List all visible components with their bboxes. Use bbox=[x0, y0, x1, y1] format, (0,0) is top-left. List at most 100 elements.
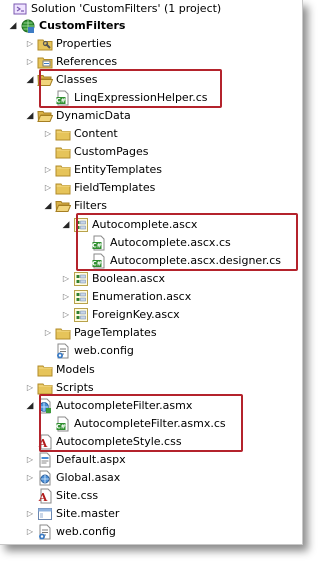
expander-arrow[interactable]: ▷ bbox=[43, 161, 53, 179]
tree-item-custompages-folder[interactable]: CustomPages bbox=[0, 143, 300, 161]
tree-item-linqexpressionhelper[interactable]: C# LinqExpressionHelper.cs bbox=[0, 89, 300, 107]
tree-item-autocompletefilter-asmx[interactable]: ◢ AutocompleteFilter.asmx bbox=[0, 397, 300, 415]
config-file-icon bbox=[37, 524, 53, 540]
tree-item-label: Filters bbox=[74, 199, 107, 212]
tree-item-project[interactable]: ◢ CustomFilters bbox=[0, 17, 300, 35]
ascx-file-icon bbox=[73, 271, 89, 287]
svg-text:C#: C# bbox=[56, 424, 65, 431]
tree-item-references[interactable]: ▷ References bbox=[0, 53, 300, 71]
aspx-file-icon bbox=[37, 452, 53, 468]
expander-arrow[interactable]: ▷ bbox=[61, 270, 71, 288]
folder-icon bbox=[55, 126, 71, 142]
folder-open-icon bbox=[37, 108, 53, 124]
expander-arrow[interactable]: ▷ bbox=[25, 451, 35, 469]
tree-item-dynamicdata-folder[interactable]: ◢ DynamicData bbox=[0, 107, 300, 125]
tree-item-foreignkey-ascx[interactable]: ▷ ForeignKey.ascx bbox=[0, 306, 300, 324]
tree-item-label: Default.aspx bbox=[56, 453, 126, 466]
folder-open-icon bbox=[37, 72, 53, 88]
solution-icon bbox=[12, 1, 28, 17]
expander-arrow[interactable]: ◢ bbox=[8, 17, 18, 35]
expander-arrow[interactable]: ▷ bbox=[25, 523, 35, 541]
tree-item-label: References bbox=[56, 55, 118, 68]
tree-item-entitytemplates-folder[interactable]: ▷ EntityTemplates bbox=[0, 161, 300, 179]
tree-item-autocompletefilter-asmx-cs[interactable]: C# AutocompleteFilter.asmx.cs bbox=[0, 415, 300, 433]
tree-item-site-master[interactable]: ▷ Site.master bbox=[0, 505, 300, 523]
tree-item-label: PageTemplates bbox=[74, 326, 157, 339]
tree-item-boolean-ascx[interactable]: ▷ Boolean.ascx bbox=[0, 270, 300, 288]
css-file-icon: A bbox=[37, 434, 53, 450]
tree-item-label: Scripts bbox=[56, 381, 94, 394]
tree-item-autocomplete-ascx[interactable]: ◢ Autocomplete.ascx bbox=[0, 216, 300, 234]
properties-icon bbox=[37, 36, 53, 52]
tree-item-models-folder[interactable]: Models bbox=[0, 361, 300, 379]
expander-arrow[interactable]: ◢ bbox=[25, 397, 35, 415]
expander-arrow[interactable]: ▷ bbox=[43, 179, 53, 197]
cs-file-icon: C# bbox=[91, 253, 107, 269]
folder-open-icon bbox=[55, 198, 71, 214]
tree-item-autocompletestyle-css[interactable]: A AutocompleteStyle.css bbox=[0, 433, 300, 451]
cs-file-icon: C# bbox=[55, 90, 71, 106]
tree-item-label: Solution 'CustomFilters' (1 project) bbox=[31, 2, 222, 15]
tree-item-label: DynamicData bbox=[56, 109, 131, 122]
tree-item-label: ForeignKey.ascx bbox=[92, 308, 180, 321]
master-file-icon bbox=[37, 506, 53, 522]
css-file-icon: A bbox=[37, 488, 53, 504]
expander-arrow[interactable]: ▷ bbox=[43, 324, 53, 342]
tree-item-label: Site.css bbox=[56, 489, 99, 502]
tree-item-label: EntityTemplates bbox=[74, 163, 163, 176]
tree-item-filters-folder[interactable]: ◢ Filters bbox=[0, 197, 300, 215]
tree-item-label: AutocompleteStyle.css bbox=[56, 435, 182, 448]
tree-item-properties[interactable]: ▷ Properties bbox=[0, 35, 300, 53]
expander-arrow[interactable]: ◢ bbox=[61, 216, 71, 234]
expander-arrow[interactable]: ▷ bbox=[61, 306, 71, 324]
tree-item-global-asax[interactable]: ▷ Global.asax bbox=[0, 469, 300, 487]
tree-item-dynamicdata-web-config[interactable]: web.config bbox=[0, 342, 300, 360]
tree-item-label: Site.master bbox=[56, 507, 120, 520]
expander-arrow[interactable]: ▷ bbox=[61, 288, 71, 306]
svg-text:C#: C# bbox=[56, 98, 65, 105]
expander-arrow[interactable]: ▷ bbox=[25, 505, 35, 523]
folder-icon bbox=[55, 162, 71, 178]
tree-item-solution[interactable]: Solution 'CustomFilters' (1 project) bbox=[0, 0, 300, 18]
tree-item-label: Classes bbox=[56, 73, 98, 86]
tree-item-fieldtemplates-folder[interactable]: ▷ FieldTemplates bbox=[0, 179, 300, 197]
folder-icon bbox=[55, 144, 71, 160]
tree-item-root-web-config[interactable]: ▷ web.config bbox=[0, 523, 300, 541]
asmx-file-icon bbox=[37, 398, 53, 414]
expander-arrow[interactable]: ▷ bbox=[25, 35, 35, 53]
expander-arrow[interactable]: ▷ bbox=[25, 53, 35, 71]
tree-item-label: web.config bbox=[56, 525, 116, 538]
cs-file-icon: C# bbox=[91, 235, 107, 251]
tree-item-classes-folder[interactable]: ◢ Classes bbox=[0, 71, 300, 89]
ascx-file-icon bbox=[73, 217, 89, 233]
tree-item-label: Autocomplete.ascx.cs bbox=[110, 236, 231, 249]
tree-item-label: Properties bbox=[56, 37, 112, 50]
ascx-file-icon bbox=[73, 307, 89, 323]
folder-icon bbox=[37, 362, 53, 378]
tree-item-enumeration-ascx[interactable]: ▷ Enumeration.ascx bbox=[0, 288, 300, 306]
expander-arrow[interactable]: ▷ bbox=[25, 469, 35, 487]
expander-arrow[interactable]: ▷ bbox=[43, 125, 53, 143]
tree-item-scripts-folder[interactable]: ▷ Scripts bbox=[0, 379, 300, 397]
tree-item-label: CustomPages bbox=[74, 145, 149, 158]
ascx-file-icon bbox=[73, 289, 89, 305]
expander-arrow[interactable]: ▷ bbox=[25, 379, 35, 397]
cs-file-icon: C# bbox=[55, 416, 71, 432]
tree-item-autocomplete-ascx-cs[interactable]: C# Autocomplete.ascx.cs bbox=[0, 234, 300, 252]
references-icon bbox=[37, 54, 53, 70]
tree-item-label: Models bbox=[56, 363, 95, 376]
tree-item-site-css[interactable]: A Site.css bbox=[0, 487, 300, 505]
tree-item-autocomplete-ascx-designer-cs[interactable]: C# Autocomplete.ascx.designer.cs bbox=[0, 252, 300, 270]
expander-arrow[interactable]: ◢ bbox=[25, 71, 35, 89]
tree-item-label: AutocompleteFilter.asmx.cs bbox=[74, 417, 226, 430]
folder-icon bbox=[55, 325, 71, 341]
tree-item-label: AutocompleteFilter.asmx bbox=[56, 399, 193, 412]
tree-item-content-folder[interactable]: ▷ Content bbox=[0, 125, 300, 143]
svg-text:A: A bbox=[38, 437, 48, 450]
expander-arrow[interactable]: ◢ bbox=[25, 107, 35, 125]
tree-item-pagetemplates-folder[interactable]: ▷ PageTemplates bbox=[0, 324, 300, 342]
expander-arrow[interactable]: ◢ bbox=[43, 197, 53, 215]
tree-item-default-aspx[interactable]: ▷ Default.aspx bbox=[0, 451, 300, 469]
tree-item-label: Enumeration.ascx bbox=[92, 290, 192, 303]
tree-item-label: FieldTemplates bbox=[74, 181, 156, 194]
